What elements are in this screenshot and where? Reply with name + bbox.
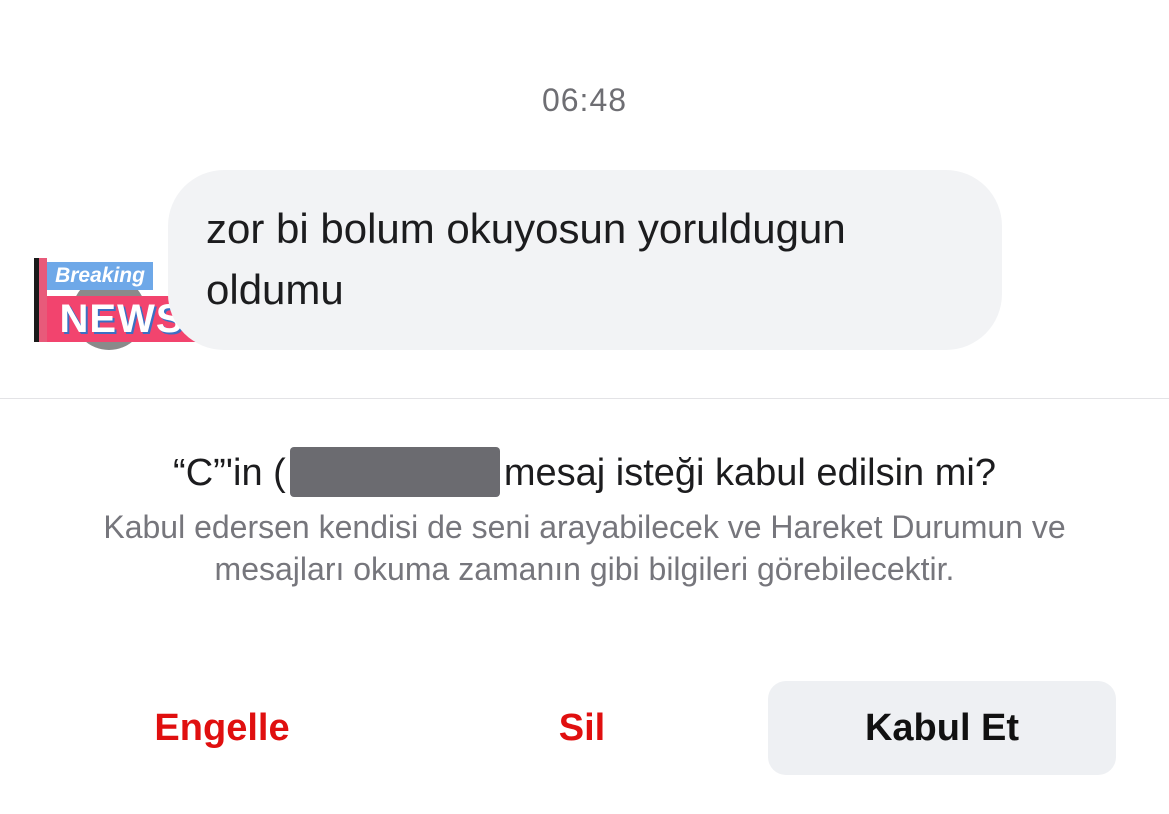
- message-text: zor bi bolum okuyosun yoruldugun oldumu: [206, 205, 846, 313]
- divider: [0, 398, 1169, 399]
- message-bubble[interactable]: zor bi bolum okuyosun yoruldugun oldumu: [168, 170, 1002, 350]
- delete-button[interactable]: Sil: [440, 681, 724, 775]
- request-title-suffix: mesaj isteği kabul edilsin mi?: [503, 452, 996, 495]
- avatar-decor-bar-accent: [39, 258, 47, 342]
- request-title-prefix: “C”'in (: [173, 452, 286, 495]
- redacted-username: [289, 447, 500, 497]
- block-button[interactable]: Engelle: [80, 681, 364, 775]
- request-description: Kabul edersen kendisi de seni arayabilec…: [103, 509, 1066, 587]
- message-timestamp: 06:48: [541, 82, 628, 118]
- accept-button[interactable]: Kabul Et: [768, 681, 1116, 775]
- request-title: “C”'in ( mesaj isteği kabul edilsin mi?: [0, 447, 1169, 500]
- avatar-breaking-label: Breaking: [47, 262, 153, 290]
